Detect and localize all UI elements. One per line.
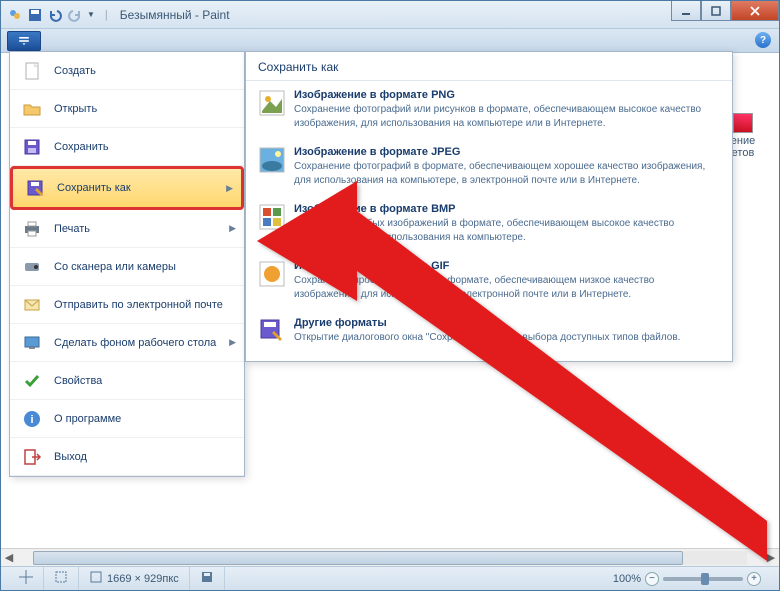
statusbar: 1669 × 929пкс 100% − + xyxy=(1,566,779,590)
scanner-icon xyxy=(18,255,46,279)
chevron-right-icon: ▶ xyxy=(229,223,236,234)
new-file-icon xyxy=(18,59,46,83)
minimize-button[interactable] xyxy=(671,1,701,21)
zoom-slider[interactable] xyxy=(663,577,743,581)
format-title: Изображение в формате BMP xyxy=(294,203,720,215)
format-title: Изображение в формате GIF xyxy=(294,260,720,272)
paint-app-icon xyxy=(7,7,23,23)
other-format-icon xyxy=(258,317,286,345)
menu-item-label: Свойства xyxy=(54,375,236,387)
window-title: Безымянный - Paint xyxy=(120,8,230,22)
desktop-icon xyxy=(18,331,46,355)
quick-access-toolbar: ▼ xyxy=(1,7,101,23)
color-swatch-icon xyxy=(733,113,753,133)
qat-dropdown-icon[interactable]: ▼ xyxy=(87,10,95,19)
chevron-right-icon: ▶ xyxy=(229,337,236,348)
menu-item-save-as[interactable]: Сохранить как ▶ xyxy=(10,166,244,210)
save-as-icon xyxy=(21,176,49,200)
undo-icon[interactable] xyxy=(47,7,63,23)
paint-window: ▼ | Безымянный - Paint ? ение етов Созда… xyxy=(0,0,780,591)
cursor-position xyxy=(9,567,44,590)
format-desc: Сохранение фотографий или рисунков в фор… xyxy=(294,103,720,130)
menu-item-label: Сохранить xyxy=(54,141,236,153)
format-png[interactable]: Изображение в формате PNG Сохранение фот… xyxy=(246,81,732,138)
dimensions-icon xyxy=(89,570,103,587)
format-desc: Сохранение фотографий в формате, обеспеч… xyxy=(294,160,720,187)
zoom-controls: 100% − + xyxy=(603,567,771,590)
menu-item-label: Со сканера или камеры xyxy=(54,261,236,273)
dimensions-value: 1669 × 929пкс xyxy=(107,573,179,585)
menu-item-email[interactable]: Отправить по электронной почте xyxy=(10,286,244,324)
file-menu: Создать Открыть Сохранить Сохранить как … xyxy=(9,51,245,477)
info-icon: i xyxy=(18,407,46,431)
menu-item-save[interactable]: Сохранить xyxy=(10,128,244,166)
save-icon[interactable] xyxy=(27,7,43,23)
jpeg-icon xyxy=(258,146,286,174)
disk-icon xyxy=(200,570,214,587)
selection-icon xyxy=(54,570,68,587)
zoom-value: 100% xyxy=(613,573,641,585)
format-jpeg[interactable]: Изображение в формате JPEG Сохранение фо… xyxy=(246,138,732,195)
menu-item-print[interactable]: Печать ▶ xyxy=(10,210,244,248)
format-other[interactable]: Другие форматы Открытие диалогового окна… xyxy=(246,309,732,353)
format-title: Другие форматы xyxy=(294,317,680,329)
menu-item-label: Выход xyxy=(54,451,236,463)
save-as-submenu: Сохранить как Изображение в формате PNG … xyxy=(245,51,733,362)
menu-item-exit[interactable]: Выход xyxy=(10,438,244,476)
file-menu-button[interactable] xyxy=(7,31,41,51)
printer-icon xyxy=(18,217,46,241)
menu-item-properties[interactable]: Свойства xyxy=(10,362,244,400)
menu-item-desktop-bg[interactable]: Сделать фоном рабочего стола ▶ xyxy=(10,324,244,362)
email-icon xyxy=(18,293,46,317)
scroll-left-icon[interactable]: ◀ xyxy=(1,550,17,566)
ribbon-bar: ? xyxy=(1,29,779,53)
titlebar: ▼ | Безымянный - Paint xyxy=(1,1,779,29)
format-gif[interactable]: Изображение в формате GIF Сохранение про… xyxy=(246,252,732,309)
exit-icon xyxy=(18,445,46,469)
bmp-icon xyxy=(258,203,286,231)
menu-item-scanner[interactable]: Со сканера или камеры xyxy=(10,248,244,286)
redo-icon[interactable] xyxy=(67,7,83,23)
save-disk-icon xyxy=(18,135,46,159)
submenu-title: Сохранить как xyxy=(246,52,732,81)
scroll-right-icon[interactable]: ▶ xyxy=(763,550,779,566)
menu-item-label: Отправить по электронной почте xyxy=(54,299,236,311)
format-desc: Открытие диалогового окна "Сохранить как… xyxy=(294,331,680,345)
format-bmp[interactable]: Изображение в формате BMP Сохранение люб… xyxy=(246,195,732,252)
window-controls xyxy=(671,1,779,21)
png-icon xyxy=(258,89,286,117)
format-title: Изображение в формате PNG xyxy=(294,89,720,101)
chevron-right-icon: ▶ xyxy=(226,183,233,194)
scroll-thumb[interactable] xyxy=(33,551,683,565)
folder-open-icon xyxy=(18,97,46,121)
menu-item-label: Открыть xyxy=(54,103,236,115)
horizontal-scrollbar[interactable]: ◀ ▶ xyxy=(1,548,779,566)
format-desc: Сохранение простых рисунков в формате, о… xyxy=(294,274,720,301)
selection-size xyxy=(44,567,79,590)
crosshair-icon xyxy=(19,570,33,587)
format-title: Изображение в формате JPEG xyxy=(294,146,720,158)
menu-item-label: Сохранить как xyxy=(57,182,226,194)
menu-item-open[interactable]: Открыть xyxy=(10,90,244,128)
canvas-dimensions: 1669 × 929пкс xyxy=(79,567,190,590)
menu-item-label: О программе xyxy=(54,413,236,425)
checkmark-icon xyxy=(18,369,46,393)
svg-text:i: i xyxy=(30,414,33,426)
format-desc: Сохранение любых изображений в формате, … xyxy=(294,217,720,244)
menu-item-label: Печать xyxy=(54,223,229,235)
menu-item-new[interactable]: Создать xyxy=(10,52,244,90)
file-size xyxy=(190,567,225,590)
help-button[interactable]: ? xyxy=(755,32,771,48)
menu-item-about[interactable]: i О программе xyxy=(10,400,244,438)
scroll-track[interactable] xyxy=(33,551,747,565)
zoom-out-button[interactable]: − xyxy=(645,572,659,586)
menu-item-label: Сделать фоном рабочего стола xyxy=(54,337,229,349)
menu-item-label: Создать xyxy=(54,65,236,77)
maximize-button[interactable] xyxy=(701,1,731,21)
zoom-slider-thumb[interactable] xyxy=(701,573,709,585)
close-button[interactable] xyxy=(731,1,779,21)
zoom-in-button[interactable]: + xyxy=(747,572,761,586)
gif-icon xyxy=(258,260,286,288)
